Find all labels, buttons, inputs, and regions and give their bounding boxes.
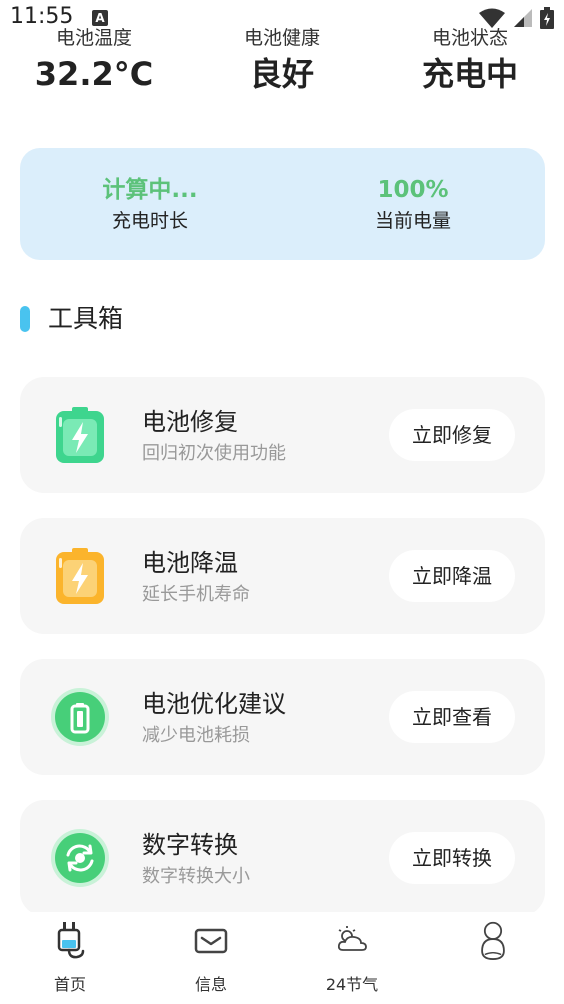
charger-plug-icon [57, 922, 85, 959]
charge-time: 计算中... 充电时长 [50, 174, 250, 236]
convert-circle-icon [51, 829, 109, 887]
stat-health: 电池健康 良好 [188, 24, 376, 96]
section-title: 工具箱 [48, 304, 124, 333]
green-battery-bolt-icon [56, 407, 104, 463]
stat-status-label: 电池状态 [431, 27, 508, 49]
tool-subtitle: 数字转换大小 [142, 866, 250, 887]
stat-temperature-label: 电池温度 [55, 27, 132, 49]
tool-subtitle: 延长手机寿命 [142, 584, 250, 605]
stat-temperature: 电池温度 32.2°C [0, 24, 188, 96]
tool-card-number-convert[interactable]: 数字转换 数字转换大小 立即转换 [20, 800, 545, 916]
stat-status-value: 充电中 [421, 55, 518, 93]
charge-info-card: 计算中... 充电时长 100% 当前电量 [20, 148, 545, 260]
convert-now-button[interactable]: 立即转换 [389, 832, 515, 884]
section-accent-bar [20, 306, 30, 332]
battery-circle-icon [51, 688, 109, 746]
nav-item-home[interactable]: 首页 [20, 920, 120, 996]
cool-now-button[interactable]: 立即降温 [389, 550, 515, 602]
stat-temperature-value: 32.2°C [34, 55, 154, 93]
tool-title: 电池优化建议 [142, 690, 286, 718]
view-now-button[interactable]: 立即查看 [389, 691, 515, 743]
mail-icon [194, 928, 228, 954]
nav-item-profile[interactable] [443, 920, 543, 974]
tool-card-battery-repair[interactable]: 电池修复 回归初次使用功能 立即修复 [20, 377, 545, 493]
stat-health-value: 良好 [249, 55, 314, 93]
nav-label-solar-terms: 24节气 [325, 975, 379, 994]
tool-subtitle: 减少电池耗损 [142, 725, 250, 746]
charge-level-label: 当前电量 [374, 210, 451, 232]
charge-time-label: 充电时长 [111, 210, 188, 232]
tool-title: 数字转换 [142, 831, 238, 859]
nav-item-solar-terms[interactable]: 24节气 [302, 920, 402, 996]
tool-card-battery-cooling[interactable]: 电池降温 延长手机寿命 立即降温 [20, 518, 545, 634]
nav-label-messages: 信息 [194, 975, 227, 994]
stat-status: 电池状态 充电中 [376, 24, 564, 96]
charge-level-value: 100% [377, 177, 449, 203]
nav-item-messages[interactable]: 信息 [161, 920, 261, 996]
weather-cloud-icon [337, 926, 367, 951]
tool-title: 电池降温 [142, 549, 238, 577]
profile-icon [481, 921, 505, 960]
tool-card-battery-optimize[interactable]: 电池优化建议 减少电池耗损 立即查看 [20, 659, 545, 775]
orange-battery-bolt-icon [56, 548, 104, 604]
charge-level: 100% 当前电量 [313, 174, 513, 236]
tool-subtitle: 回归初次使用功能 [142, 443, 286, 464]
repair-now-button[interactable]: 立即修复 [389, 409, 515, 461]
tool-title: 电池修复 [142, 408, 238, 436]
charge-time-value: 计算中... [102, 177, 198, 203]
bottom-nav: 首页 信息 24节气 [0, 912, 564, 1004]
stat-health-label: 电池健康 [243, 27, 320, 49]
nav-label-home: 首页 [53, 975, 86, 994]
